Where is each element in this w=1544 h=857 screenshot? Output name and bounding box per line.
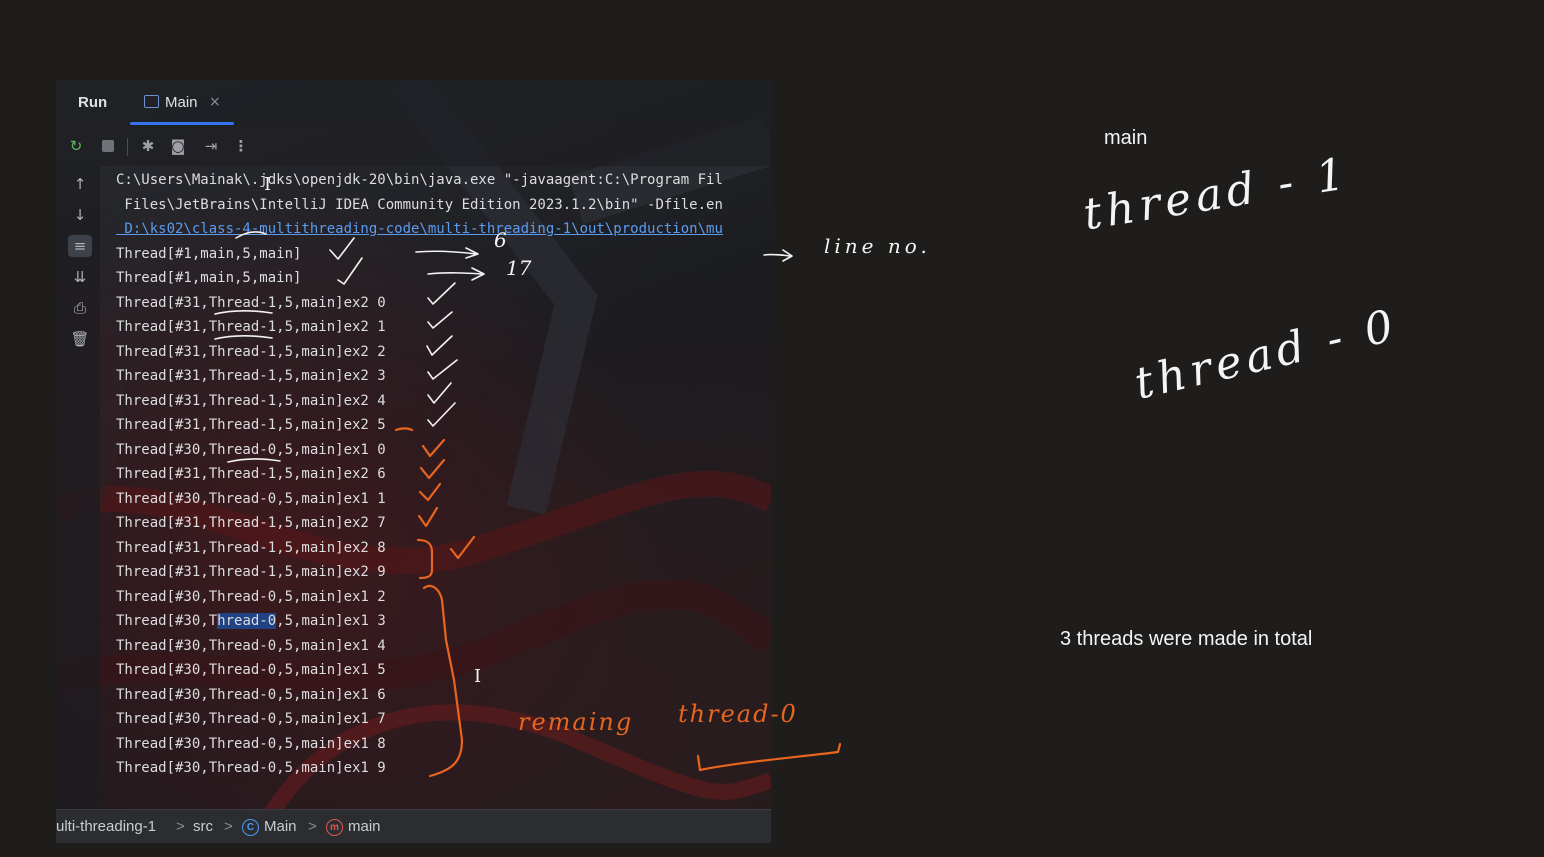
console-line: Thread[#1,main,5,main]	[116, 270, 302, 286]
console-line: Thread[#30,Thread-0,5,main]ex1 5	[116, 662, 386, 678]
console-line: Thread[#31,Thread-1,5,main]ex2 6	[116, 466, 386, 482]
tab-main-label: Main	[165, 94, 198, 111]
active-tab-indicator	[130, 122, 234, 125]
run-toolbar	[56, 126, 771, 166]
console-line: Thread[#30,Thread-0,5,main]ex1 1	[116, 490, 386, 507]
stop-icon[interactable]	[98, 136, 118, 156]
console-line: Thread[#30,Thread-0,5,main]ex1 2	[116, 588, 386, 605]
text-cursor-icon: I	[264, 174, 272, 195]
text-selection: hread-0	[217, 613, 277, 629]
breadcrumb-project[interactable]: ulti-threading-1	[56, 818, 156, 835]
debug-icon[interactable]: ✱	[138, 136, 158, 156]
print-icon[interactable]: ⎙	[68, 297, 92, 319]
console-line: Thread[#30,Thread-0,5,main]ex1 8	[116, 735, 386, 752]
soft-wrap-icon[interactable]: ≡	[68, 235, 92, 257]
breadcrumb-src[interactable]: src	[193, 818, 213, 835]
rerun-icon[interactable]: ↻	[66, 136, 86, 156]
console-line: Thread[#30,Thread-0,5,main]ex1 7	[116, 711, 386, 727]
screenshot-icon[interactable]: ◙	[168, 136, 188, 156]
breadcrumb-class[interactable]: C Main	[242, 818, 297, 836]
breadcrumb-method-label: main	[348, 818, 381, 835]
tab-close-icon[interactable]: ×	[209, 94, 221, 110]
console-line: Thread[#30,Thread-0,5,main]ex1 9	[116, 760, 386, 776]
console-icon	[144, 95, 159, 108]
console-line: Thread[#31,Thread-1,5,main]ex2 7	[116, 515, 386, 531]
tab-main[interactable]: Main	[144, 94, 198, 111]
breadcrumb-class-label: Main	[264, 818, 297, 835]
tab-bar: Run Main ×	[56, 80, 771, 126]
console-gutter: ↑ ↓ ≡ ⇊ ⎙ 🗑	[56, 166, 100, 809]
console-path-link[interactable]: D:\ks02\class-4-multithreading-code\mult…	[116, 219, 722, 239]
console-line: Thread[#31,Thread-1,5,main]ex2 1	[116, 319, 386, 335]
selected-line-before: Thread[#30,T	[116, 613, 218, 629]
console-line: Thread[#31,Thread-1,5,main]ex2 8	[116, 539, 386, 556]
selected-line-after: ,5,main]ex1 3	[276, 613, 386, 629]
annotation-six: 6	[494, 228, 507, 252]
console-line: Thread[#30,Thread-0,5,main]ex1 6	[116, 686, 386, 703]
console-line: Thread[#31,Thread-1,5,main]ex2 3	[116, 368, 386, 384]
console-line: Thread[#31,Thread-1,5,main]ex2 0	[116, 294, 386, 311]
console-line-selected: Thread[#30,Thread-0,5,main]ex1 3	[116, 611, 386, 631]
console-line: Thread[#30,Thread-0,5,main]ex1 4	[116, 637, 386, 654]
trash-icon[interactable]: 🗑	[68, 328, 92, 350]
console-line: Thread[#31,Thread-1,5,main]ex2 4	[116, 392, 386, 409]
thread-0-label: thread - 0	[1130, 299, 1403, 410]
thread-1-label: thread - 1	[1080, 148, 1354, 241]
method-icon: m	[326, 819, 343, 836]
annotation-seventeen: 17	[506, 256, 532, 280]
arrow-up-icon[interactable]: ↑	[68, 173, 92, 195]
more-icon[interactable]: ⋮	[231, 136, 251, 156]
breadcrumb: ulti-threading-1 > src > C Main > m main	[56, 809, 771, 843]
exit-icon[interactable]: ⇥	[201, 136, 221, 156]
breadcrumb-method[interactable]: m main	[326, 818, 381, 836]
class-icon: C	[242, 819, 259, 836]
console-line: Thread[#31,Thread-1,5,main]ex2 2	[116, 343, 386, 360]
toolbar-divider	[127, 138, 128, 156]
console-line: Thread[#1,main,5,main]	[116, 245, 302, 262]
run-tool-window: Run Main × ↻ ✱ ◙ ⇥ ⋮ ↑ ↓ ≡ ⇊ ⎙ 🗑 C:\User…	[56, 80, 771, 843]
remaining-annotation: remaing	[518, 708, 634, 736]
arrow-stroke	[782, 249, 793, 262]
scroll-to-end-icon[interactable]: ⇊	[68, 266, 92, 288]
arrow-down-icon[interactable]: ↓	[68, 204, 92, 226]
main-thread-label: main	[1104, 127, 1148, 149]
text-cursor-icon: I	[474, 666, 482, 687]
console-line: Thread[#30,Thread-0,5,main]ex1 0	[116, 441, 386, 458]
chevron-right-icon: >	[308, 818, 317, 835]
remaining-thread-annotation: thread-0	[678, 700, 798, 728]
chevron-right-icon: >	[224, 818, 233, 835]
chevron-right-icon: >	[176, 818, 185, 835]
console-line: Files\JetBrains\IntelliJ IDEA Community …	[116, 196, 723, 213]
console-line: Thread[#31,Thread-1,5,main]ex2 9	[116, 564, 386, 580]
tab-run[interactable]: Run	[78, 94, 107, 111]
console-line: Thread[#31,Thread-1,5,main]ex2 5	[116, 417, 386, 433]
console-output[interactable]: C:\Users\Mainak\.jdks\openjdk-20\bin\jav…	[116, 170, 771, 790]
line-no-annotation: line no.	[824, 234, 931, 258]
console-line: C:\Users\Mainak\.jdks\openjdk-20\bin\jav…	[116, 172, 723, 188]
summary-note: 3 threads were made in total	[1060, 628, 1313, 650]
